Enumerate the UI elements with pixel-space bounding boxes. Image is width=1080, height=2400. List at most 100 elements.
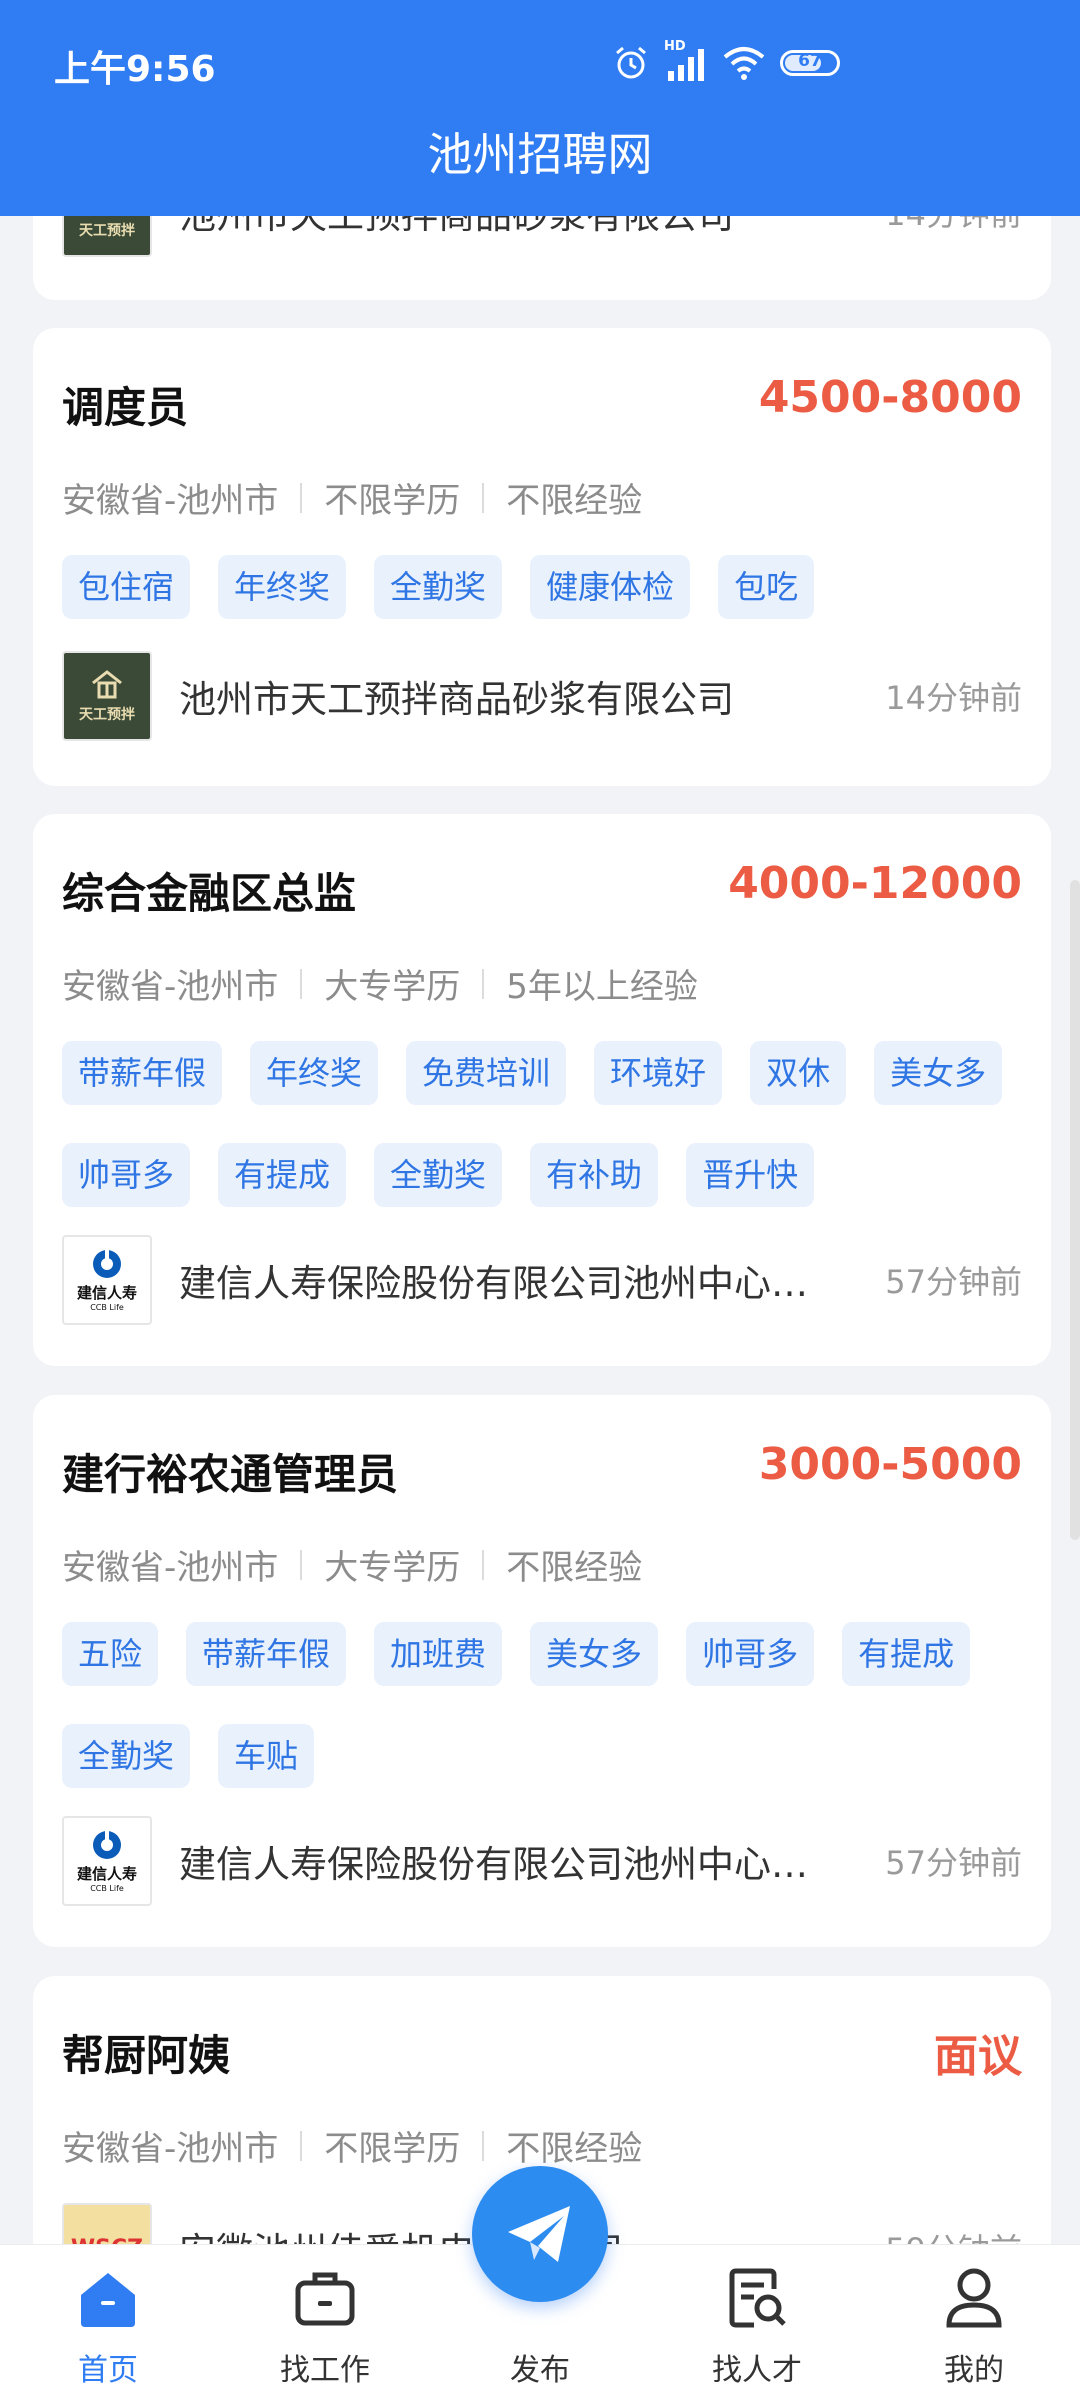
- job-card[interactable]: 综合金融区总监 4000-12000 安徽省-池州市 大专学历 5年以上经验 带…: [33, 814, 1051, 1366]
- posted-time: 57分钟前: [885, 1263, 1022, 1301]
- benefit-tags: 五险 带薪年假 加班费 美女多 帅哥多 有提成 全勤奖 车贴: [62, 1622, 1042, 1788]
- benefit-tags: 带薪年假 年终奖 免费培训 环境好 双休 美女多 帅哥多 有提成 全勤奖 有补助…: [62, 1041, 1042, 1207]
- alarm-icon: [616, 46, 646, 79]
- scrollbar[interactable]: [1070, 880, 1080, 1540]
- salary: 4000-12000: [728, 858, 1022, 909]
- company-logo-subtext: CCB Life: [90, 1303, 124, 1312]
- education: 不限学历: [324, 2129, 461, 2169]
- benefit-tag: 健康体检: [530, 555, 691, 619]
- nav-item-profile[interactable]: 我的: [899, 2245, 1049, 2400]
- benefit-tag: 全勤奖: [62, 1724, 191, 1788]
- company-logo-text: 建信人寿: [76, 1865, 137, 1883]
- benefit-tag: 有提成: [218, 1143, 347, 1207]
- company-logo-text: 天工预拌: [79, 707, 135, 723]
- nav-label: 首页: [78, 2353, 138, 2388]
- benefit-tag: 车贴: [218, 1724, 315, 1788]
- ccb-logo-icon: [93, 1250, 121, 1278]
- location: 安徽省-池州市: [62, 1548, 279, 1588]
- user-icon: [946, 2268, 1002, 2328]
- nav-item-jobs[interactable]: 找工作: [250, 2245, 400, 2400]
- job-title: 帮厨阿姨: [62, 2031, 231, 2080]
- divider: [482, 968, 485, 999]
- divider: [300, 968, 303, 999]
- job-meta: 安徽省-池州市 不限学历 不限经验: [62, 473, 642, 522]
- home-icon: [81, 2273, 135, 2327]
- briefcase-icon: [295, 2272, 355, 2326]
- benefit-tag: 全勤奖: [374, 555, 503, 619]
- company-name: 建信人寿保险股份有限公司池州中心支公司: [179, 1843, 809, 1886]
- job-meta: 安徽省-池州市 大专学历 5年以上经验: [62, 959, 698, 1008]
- benefit-tag: 加班费: [374, 1622, 503, 1686]
- nav-label: 我的: [944, 2353, 1004, 2388]
- ccb-logo-icon: [93, 1831, 121, 1859]
- salary: 面议: [934, 2031, 1022, 2082]
- app-header: 上午9:56 HD 67 池州招聘网: [0, 0, 1080, 216]
- benefit-tag: 环境好: [594, 1041, 723, 1105]
- benefit-tag: 带薪年假: [62, 1041, 223, 1105]
- paper-plane-icon: [508, 2206, 570, 2262]
- benefit-tag: 有补助: [530, 1143, 659, 1207]
- job-meta: 安徽省-池州市 大专学历 不限经验: [62, 1540, 642, 1589]
- job-title: 综合金融区总监: [62, 869, 357, 918]
- benefit-tag: 五险: [62, 1622, 159, 1686]
- divider: [300, 482, 303, 513]
- job-title: 建行裕农通管理员: [62, 1450, 399, 1499]
- benefit-tag: 包住宿: [62, 555, 191, 619]
- job-card[interactable]: 调度员 4500-8000 安徽省-池州市 不限学历 不限经验 包住宿 年终奖 …: [33, 328, 1051, 786]
- location: 安徽省-池州市: [62, 967, 279, 1007]
- job-card[interactable]: 建行裕农通管理员 3000-5000 安徽省-池州市 大专学历 不限经验 五险 …: [33, 1395, 1051, 1947]
- divider: [300, 2130, 303, 2161]
- benefit-tag: 帅哥多: [62, 1143, 191, 1207]
- benefit-tag: 包吃: [718, 555, 815, 619]
- nav-item-talent[interactable]: 找人才: [682, 2245, 832, 2400]
- company-row: 建信人寿 CCB Life 建信人寿保险股份有限公司池州中心支公司 57分钟前: [62, 1234, 1022, 1326]
- experience: 不限经验: [506, 1548, 643, 1588]
- salary: 4500-8000: [758, 372, 1022, 423]
- job-meta: 安徽省-池州市 不限学历 不限经验: [62, 2121, 642, 2170]
- job-feed[interactable]: 天工预拌 池州市天工预拌商品砂浆有限公司 14分钟前 调度员 4500-8000…: [0, 0, 1080, 2400]
- benefit-tag: 美女多: [874, 1041, 1003, 1105]
- experience: 不限经验: [506, 2129, 643, 2169]
- benefit-tag: 带薪年假: [186, 1622, 347, 1686]
- benefit-tag: 年终奖: [218, 555, 347, 619]
- status-bar: 上午9:56 HD 67: [0, 0, 1080, 128]
- battery-icon: 67: [780, 50, 840, 76]
- house-logo-icon: [92, 670, 122, 699]
- benefit-tag: 年终奖: [250, 1041, 379, 1105]
- wifi-icon: [723, 47, 765, 80]
- status-icons: HD 67: [612, 39, 840, 86]
- benefit-tags: 包住宿 年终奖 全勤奖 健康体检 包吃: [62, 555, 1042, 619]
- location: 安徽省-池州市: [62, 2129, 279, 2169]
- company-logo-subtext: CCB Life: [90, 1884, 124, 1893]
- divider: [300, 1549, 303, 1580]
- location: 安徽省-池州市: [62, 481, 279, 521]
- nav-label: 发布: [510, 2353, 570, 2388]
- job-title: 调度员: [62, 383, 189, 432]
- page-title: 池州招聘网: [427, 128, 653, 181]
- company-logo: 天工预拌: [62, 651, 152, 741]
- benefit-tag: 全勤奖: [374, 1143, 503, 1207]
- battery-level: 67: [798, 51, 822, 71]
- benefit-tag: 免费培训: [406, 1041, 567, 1105]
- benefit-tag: 有提成: [842, 1622, 971, 1686]
- posted-time: 14分钟前: [885, 679, 1022, 717]
- divider: [482, 2130, 485, 2161]
- posted-time: 57分钟前: [885, 1844, 1022, 1882]
- salary: 3000-5000: [758, 1439, 1022, 1490]
- education: 不限学历: [324, 481, 461, 521]
- cellular-signal-icon: HD: [664, 39, 708, 83]
- nav-label: 找人才: [712, 2353, 802, 2388]
- divider: [482, 1549, 485, 1580]
- education: 大专学历: [324, 967, 461, 1007]
- company-logo: 建信人寿 CCB Life: [62, 1235, 152, 1325]
- experience: 5年以上经验: [506, 967, 698, 1007]
- divider: [482, 482, 485, 513]
- resume-search-icon: [729, 2268, 786, 2328]
- nav-item-home[interactable]: 首页: [33, 2245, 183, 2400]
- education: 大专学历: [324, 1548, 461, 1588]
- status-time: 上午9:56: [54, 49, 216, 90]
- publish-button[interactable]: [472, 2166, 608, 2302]
- benefit-tag: 双休: [750, 1041, 847, 1105]
- company-name: 建信人寿保险股份有限公司池州中心支公司: [179, 1262, 809, 1305]
- nav-label: 找工作: [280, 2353, 370, 2388]
